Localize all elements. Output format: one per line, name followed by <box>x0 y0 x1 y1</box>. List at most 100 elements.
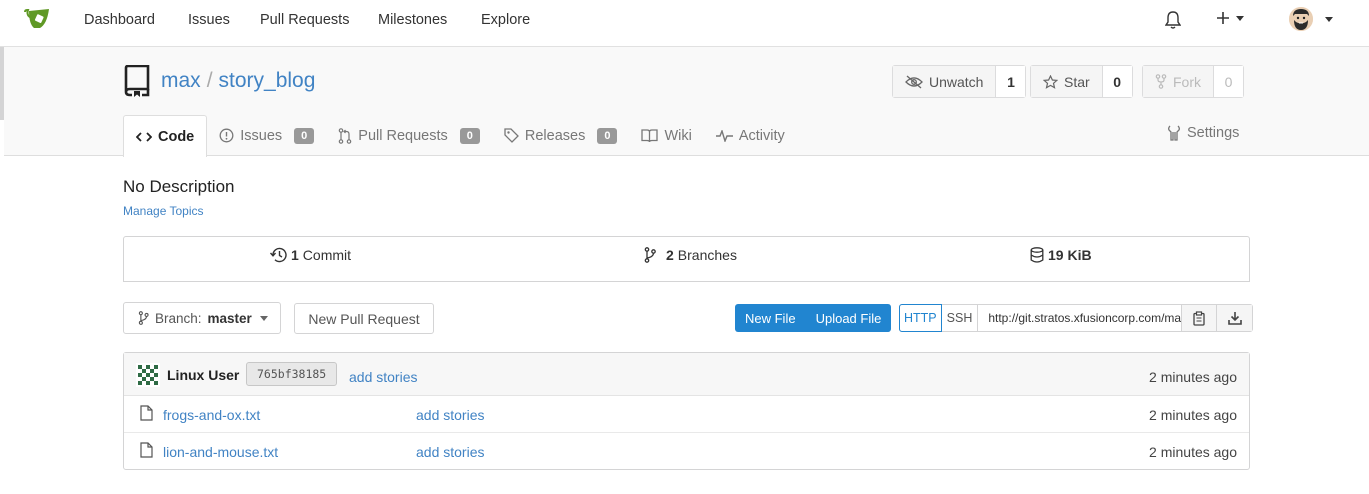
tab-pull-requests[interactable]: Pull Requests 0 <box>326 115 492 156</box>
upload-file-button[interactable]: Upload File <box>806 304 892 332</box>
issue-icon <box>219 128 234 143</box>
branch-dropdown[interactable]: Branch: master <box>123 302 281 334</box>
http-toggle[interactable]: HTTP <box>899 304 942 332</box>
commit-sha-button[interactable]: 765bf38185 <box>246 362 338 386</box>
branches-stat[interactable]: 2 Branches <box>644 247 737 263</box>
clone-url-input[interactable]: http://git.stratos.xfusioncorp.com/max/s… <box>978 305 1183 331</box>
tab-wiki[interactable]: Wiki <box>629 115 703 156</box>
branch-icon <box>138 311 149 325</box>
download-icon <box>1228 312 1242 325</box>
tab-activity-label: Activity <box>738 127 785 144</box>
repo-owner-link[interactable]: max <box>161 69 201 92</box>
pull-request-icon <box>338 127 352 144</box>
tab-pull-requests-label: Pull Requests <box>358 127 448 144</box>
tab-settings-label: Settings <box>1187 125 1240 141</box>
tools-icon <box>1168 125 1180 141</box>
repo-name-link[interactable]: story_blog <box>219 69 316 92</box>
file-actions-group: New File Upload File <box>735 304 892 332</box>
table-row: lion-and-mouse.txt add stories 2 minutes… <box>124 433 1249 470</box>
tab-code-label: Code <box>158 128 195 145</box>
new-file-button[interactable]: New File <box>735 304 806 332</box>
caret-down-icon <box>1236 15 1244 21</box>
repo-title-separator: / <box>206 69 213 92</box>
clipboard-icon <box>1193 310 1205 326</box>
star-button-group: Star 0 <box>1030 65 1133 98</box>
tab-settings[interactable]: Settings <box>1167 125 1239 141</box>
tab-issues-label: Issues <box>240 127 283 144</box>
fork-button-group: Fork 0 <box>1142 65 1244 98</box>
commits-stat[interactable]: 1 Commit <box>270 247 351 263</box>
ssh-toggle[interactable]: SSH <box>942 305 979 331</box>
avatar <box>1289 7 1313 31</box>
history-icon <box>270 247 287 263</box>
nav-milestones[interactable]: Milestones <box>378 12 447 28</box>
unwatch-label: Unwatch <box>929 73 984 90</box>
repo-tabs: Code Issues 0 Pull Requests 0 Releases 0… <box>123 115 797 157</box>
plus-icon <box>1217 12 1229 24</box>
tab-activity[interactable]: Activity <box>704 115 797 156</box>
copy-url-button[interactable] <box>1182 305 1218 331</box>
latest-commit-row: Linux User 765bf38185 add stories 2 minu… <box>124 353 1249 396</box>
clone-panel: HTTP SSH http://git.stratos.xfusioncorp.… <box>899 304 1254 332</box>
unwatch-button[interactable]: Unwatch <box>893 66 996 97</box>
eye-slash-icon <box>905 75 923 88</box>
size-stat: 19 KiB <box>1030 247 1092 263</box>
repo-size: 19 KiB <box>1048 247 1092 263</box>
watch-count[interactable]: 1 <box>995 66 1026 97</box>
fork-icon <box>1155 74 1167 89</box>
watch-button-group: Unwatch 1 <box>892 65 1027 98</box>
commit-message-link[interactable]: add stories <box>349 369 417 385</box>
tab-releases-label: Releases <box>524 127 586 144</box>
fork-count[interactable]: 0 <box>1213 66 1243 97</box>
nav-pull-requests[interactable]: Pull Requests <box>260 12 349 28</box>
nav-issues[interactable]: Issues <box>188 12 230 28</box>
star-label: Star <box>1064 73 1090 90</box>
file-icon <box>140 405 153 421</box>
new-pull-request-button[interactable]: New Pull Request <box>294 303 434 334</box>
branches-count: 2 <box>666 247 674 263</box>
fork-label: Fork <box>1173 73 1201 90</box>
tab-code[interactable]: Code <box>123 115 208 157</box>
bell-icon[interactable] <box>1165 11 1181 29</box>
database-icon <box>1030 247 1044 263</box>
file-name-link[interactable]: frogs-and-ox.txt <box>163 407 260 423</box>
issues-count-badge: 0 <box>294 127 315 144</box>
code-icon <box>136 131 152 142</box>
gitea-logo-icon[interactable] <box>24 8 52 30</box>
nav-explore[interactable]: Explore <box>481 12 530 28</box>
commit-author[interactable]: Linux User <box>167 367 239 383</box>
file-table: Linux User 765bf38185 add stories 2 minu… <box>123 352 1250 470</box>
star-icon <box>1043 74 1058 89</box>
repo-title: max / story_blog <box>161 69 315 93</box>
nav-dashboard[interactable]: Dashboard <box>84 12 155 28</box>
download-button[interactable] <box>1217 305 1253 331</box>
tab-issues[interactable]: Issues 0 <box>207 115 326 156</box>
create-new-menu[interactable] <box>1216 11 1244 25</box>
pulls-count-badge: 0 <box>459 127 480 144</box>
file-commit-time: 2 minutes ago <box>1149 407 1237 423</box>
fork-button[interactable]: Fork <box>1143 66 1213 97</box>
user-menu[interactable] <box>1289 7 1333 31</box>
repo-description: No Description <box>123 177 235 196</box>
file-name-link[interactable]: lion-and-mouse.txt <box>163 444 278 460</box>
branch-prefix: Branch: <box>155 310 202 326</box>
star-button[interactable]: Star <box>1031 66 1102 97</box>
file-commit-message-link[interactable]: add stories <box>416 407 484 423</box>
caret-down-icon <box>259 315 268 321</box>
tab-releases[interactable]: Releases 0 <box>492 115 630 156</box>
commits-count: 1 <box>291 247 299 263</box>
book-icon <box>641 128 659 142</box>
file-commit-time: 2 minutes ago <box>1149 444 1237 460</box>
commits-label: Commit <box>302 247 352 263</box>
star-count[interactable]: 0 <box>1101 66 1132 97</box>
tag-icon <box>504 128 519 143</box>
releases-count-badge: 0 <box>597 127 618 144</box>
branch-icon <box>644 247 656 263</box>
tab-wiki-label: Wiki <box>664 127 692 144</box>
branches-label: Branches <box>677 247 737 263</box>
file-commit-message-link[interactable]: add stories <box>416 444 484 460</box>
table-row: frogs-and-ox.txt add stories 2 minutes a… <box>124 396 1249 433</box>
manage-topics-link[interactable]: Manage Topics <box>123 204 204 218</box>
author-avatar[interactable] <box>136 363 160 387</box>
branch-name: master <box>207 310 252 326</box>
